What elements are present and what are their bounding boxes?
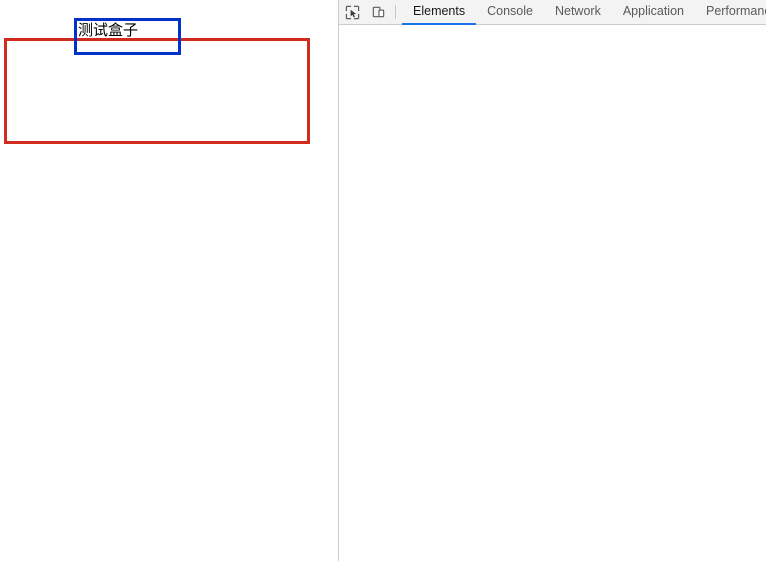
box-div: 测试盒子: [74, 18, 181, 55]
browser-window: 测试盒子 Elements Console Network Applicatio…: [0, 0, 766, 561]
dom-line-doctype: <!DOCTYPE html>: [339, 79, 766, 95]
devtools-panel: Elements Console Network Application Per…: [338, 0, 766, 561]
dom-line-style-open[interactable]: ▼<style>: [339, 463, 766, 479]
devtools-tab-bar: Elements Console Network Application Per…: [402, 0, 766, 25]
tab-performance[interactable]: Performance: [695, 0, 766, 25]
container-div: 测试盒子: [4, 18, 310, 144]
tab-application[interactable]: Application: [612, 0, 695, 25]
elements-dom-tree[interactable]: <!DOCTYPE html> <html lang="en"> ▼<head>…: [339, 25, 766, 561]
device-toolbar-icon[interactable]: [365, 0, 391, 24]
tab-console[interactable]: Console: [476, 0, 544, 25]
dom-line-html-open[interactable]: <html lang="en">: [339, 143, 766, 159]
inspect-element-icon[interactable]: [339, 0, 365, 24]
css-line-container-selector: .container{: [339, 543, 766, 559]
dom-line-title[interactable]: <title>行级和块级盒子</title>: [339, 399, 766, 415]
tab-elements[interactable]: Elements: [402, 0, 477, 25]
dom-line-head-open[interactable]: ▼<head>: [339, 207, 766, 223]
box-div-text: 测试盒子: [78, 21, 139, 39]
tab-network[interactable]: Network: [544, 0, 612, 25]
page-viewport: 测试盒子: [0, 0, 338, 561]
dom-line-meta-charset[interactable]: <meta charset="UTF-8">: [339, 271, 766, 287]
devtools-toolbar: Elements Console Network Application Per…: [339, 0, 766, 25]
dom-line-meta-viewport[interactable]: <meta name="viewport" content="width=dev…: [339, 335, 766, 351]
toolbar-divider: [395, 5, 396, 19]
